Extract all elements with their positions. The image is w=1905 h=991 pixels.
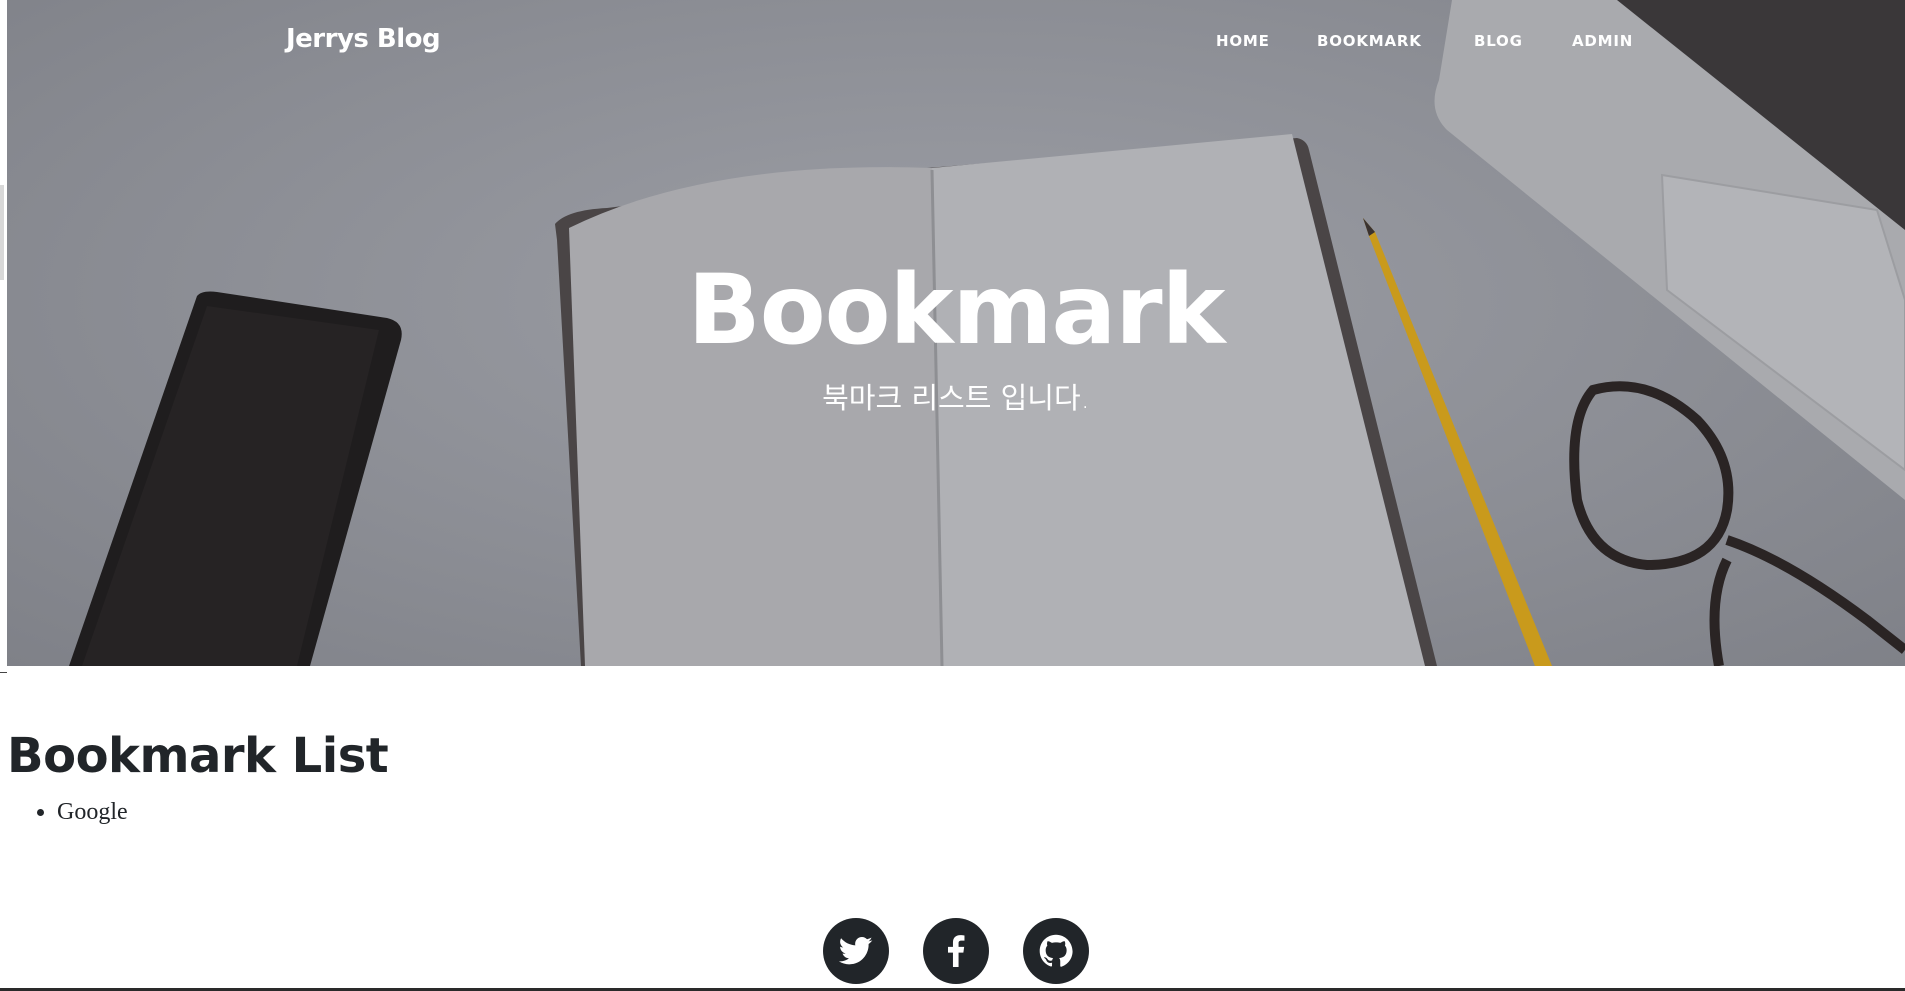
nav-link-blog[interactable]: BLOG <box>1474 32 1523 50</box>
github-button[interactable] <box>1023 918 1089 984</box>
facebook-button[interactable] <box>923 918 989 984</box>
bookmark-link-google[interactable]: Google <box>57 799 128 825</box>
top-nav: Jerrys Blog HOME BOOKMARK BLOG ADMIN <box>7 0 1905 84</box>
nav-link-home[interactable]: HOME <box>1216 32 1270 50</box>
page: Jerrys Blog HOME BOOKMARK BLOG ADMIN Boo… <box>0 0 1905 991</box>
brand-link[interactable]: Jerrys Blog <box>286 24 441 54</box>
twitter-icon <box>839 936 873 965</box>
edge-scroll-mark <box>0 185 4 280</box>
github-icon <box>1039 934 1073 967</box>
bookmark-list: Google <box>7 795 128 829</box>
nav-link-admin[interactable]: ADMIN <box>1572 32 1633 50</box>
twitter-button[interactable] <box>823 918 889 984</box>
bookmark-item: Google <box>57 795 128 829</box>
hero-header: Jerrys Blog HOME BOOKMARK BLOG ADMIN Boo… <box>7 0 1905 666</box>
hero-title: Bookmark <box>687 254 1226 366</box>
facebook-icon <box>948 935 965 967</box>
bookmark-list-heading: Bookmark List <box>7 728 389 784</box>
broken-image-marker <box>0 664 7 673</box>
left-edge <box>0 0 7 666</box>
nav-link-bookmark[interactable]: BOOKMARK <box>1317 32 1422 50</box>
hero-subtitle: 북마크 리스트 입니다. <box>822 381 1090 415</box>
social-footer <box>0 918 1905 988</box>
